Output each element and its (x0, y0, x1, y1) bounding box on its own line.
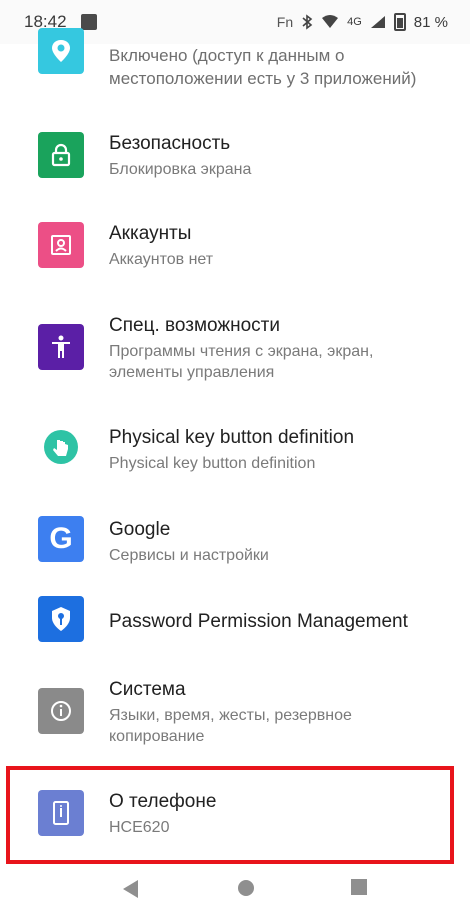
settings-item-title: Аккаунты (109, 223, 192, 244)
touch-hand-icon (38, 424, 84, 470)
settings-item-summary: Блокировка экрана (109, 161, 252, 178)
settings-item-accessibility[interactable]: Спец. возможности Программы чтения с экр… (0, 304, 470, 408)
settings-item-summary: Языки, время, жесты, резервное копирован… (109, 707, 352, 745)
settings-item-location[interactable]: Включено (доступ к данным о местоположен… (0, 28, 470, 104)
info-icon (38, 688, 84, 734)
recents-icon[interactable] (350, 878, 368, 896)
wifi-icon (322, 15, 339, 28)
settings-item-accounts[interactable]: Аккаунты Аккаунтов нет (0, 214, 470, 300)
settings-item-summary: Сервисы и настройки (109, 547, 269, 564)
settings-item-summary: Программы чтения с экрана, экран, элемен… (109, 343, 374, 381)
signal-icon (370, 16, 385, 28)
settings-item-title: Password Permission Management (109, 611, 408, 632)
settings-item-summary: Physical key button definition (109, 455, 316, 472)
battery-icon (393, 13, 406, 31)
notification-icon (80, 14, 97, 30)
settings-item-google[interactable]: G Google Сервисы и настройки (0, 508, 470, 594)
settings-item-title: Спец. возможности (109, 315, 280, 336)
location-icon (38, 28, 84, 74)
shield-key-icon (38, 596, 84, 642)
battery-level: 81 % (413, 13, 448, 31)
settings-item-title: Безопасность (109, 133, 231, 154)
settings-item-title: Google (109, 519, 171, 540)
settings-item-summary: Включено (доступ к данным о местоположен… (109, 46, 417, 88)
google-icon: G (38, 516, 84, 562)
home-icon[interactable] (236, 878, 256, 898)
settings-item-system[interactable]: Система Языки, время, жесты, резервное к… (0, 672, 470, 776)
network-type: 4G (347, 16, 362, 28)
account-icon (38, 222, 84, 268)
back-icon[interactable] (120, 878, 140, 900)
highlight-box (6, 766, 454, 864)
settings-item-title: Physical key button definition (109, 427, 355, 448)
settings-item-physical-key[interactable]: Physical key button definition Physical … (0, 416, 470, 502)
lock-icon (38, 132, 84, 178)
settings-item-password-permission[interactable]: Password Permission Management (0, 596, 470, 680)
accessibility-icon (38, 324, 84, 370)
bluetooth-icon (302, 14, 313, 30)
settings-item-security[interactable]: Безопасность Блокировка экрана (0, 124, 470, 210)
navigation-bar (0, 868, 470, 908)
settings-item-summary: Аккаунтов нет (109, 251, 214, 268)
carrier-label: Fn (276, 14, 294, 30)
settings-item-title: Система (109, 679, 186, 700)
